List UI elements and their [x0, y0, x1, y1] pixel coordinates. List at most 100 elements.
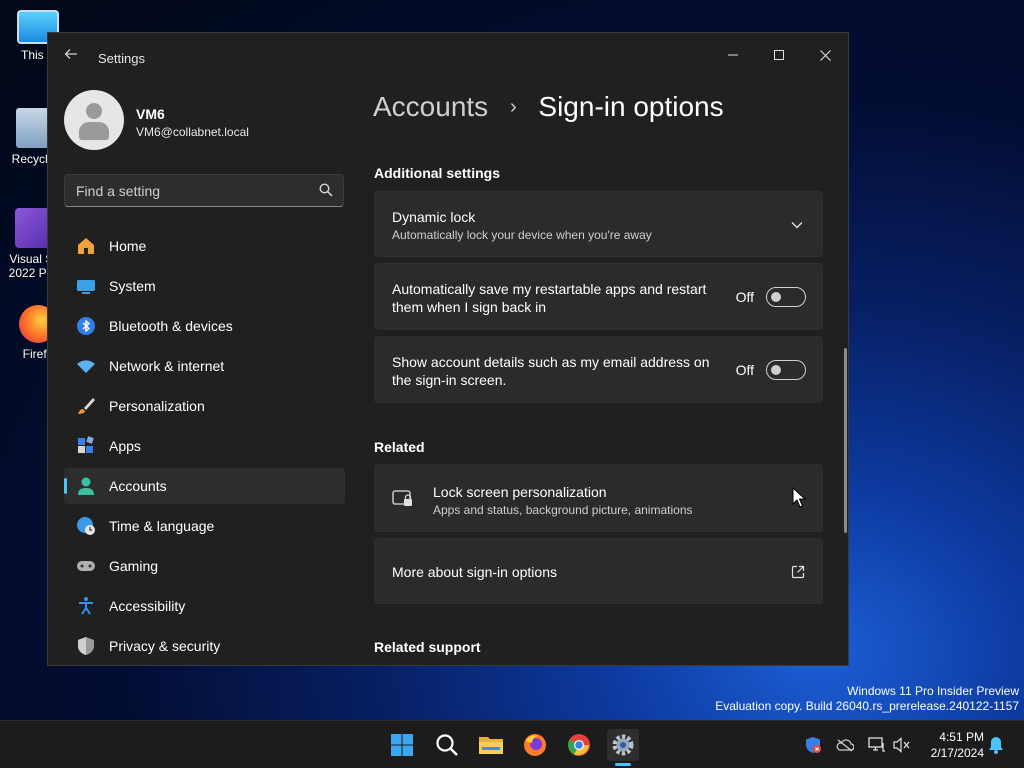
sidebar-item-label: Home: [109, 238, 147, 254]
tray-onedrive[interactable]: [836, 736, 854, 754]
back-arrow-icon: [64, 49, 77, 59]
search-input[interactable]: [65, 175, 315, 206]
sidebar-item-system[interactable]: System: [64, 268, 345, 304]
sidebar-item-label: System: [109, 278, 156, 294]
search-box[interactable]: [64, 174, 344, 207]
section-title-related-support: Related support: [374, 639, 481, 655]
sidebar-item-time-language[interactable]: Time & language: [64, 508, 345, 544]
taskbar-chrome[interactable]: [563, 729, 595, 761]
tray-volume[interactable]: [893, 736, 911, 754]
breadcrumb: Accounts › Sign-in options: [373, 91, 724, 123]
account-details-toggle[interactable]: [766, 360, 806, 380]
avatar-body-shape: [79, 122, 109, 140]
file-explorer-icon: [479, 737, 503, 754]
sidebar-item-personalization[interactable]: Personalization: [64, 388, 345, 424]
settings-icon: [612, 734, 634, 756]
taskbar-firefox[interactable]: [519, 729, 551, 761]
title-bar[interactable]: Settings: [48, 33, 848, 81]
maximize-button[interactable]: [756, 39, 802, 71]
sidebar-item-accessibility[interactable]: Accessibility: [64, 588, 345, 624]
notification-button[interactable]: [987, 736, 1005, 754]
breadcrumb-parent[interactable]: Accounts: [373, 91, 488, 122]
system-icon: [76, 276, 96, 296]
sidebar-item-label: Time & language: [109, 518, 215, 534]
wifi-icon: [76, 356, 96, 376]
close-button[interactable]: [802, 39, 848, 71]
minimize-button[interactable]: [710, 39, 756, 71]
section-title-additional-settings: Additional settings: [374, 165, 500, 181]
sidebar-item-label: Privacy & security: [109, 638, 221, 654]
chrome-icon: [568, 734, 590, 756]
evaluation-watermark: Windows 11 Pro Insider Preview Evaluatio…: [715, 684, 1019, 714]
sidebar-item-home[interactable]: Home: [64, 228, 345, 264]
close-icon: [819, 49, 831, 61]
scrollbar[interactable]: [844, 348, 847, 533]
account-details-label: Show account details such as my email ad…: [392, 353, 710, 389]
sidebar-item-network[interactable]: Network & internet: [64, 348, 345, 384]
taskbar-file-explorer[interactable]: [475, 729, 507, 761]
account-details-card: Show account details such as my email ad…: [374, 336, 823, 403]
avatar[interactable]: [64, 90, 124, 150]
taskbar-clock[interactable]: 4:51 PM 2/17/2024: [918, 729, 984, 761]
start-button[interactable]: [386, 729, 418, 761]
sidebar-item-label: Personalization: [109, 398, 205, 414]
minimize-icon: [728, 54, 738, 56]
avatar-head-shape: [86, 103, 102, 119]
sidebar-item-label: Apps: [109, 438, 141, 454]
gamepad-icon: [76, 556, 96, 576]
firefox-icon: [524, 734, 546, 756]
tray-network[interactable]: [868, 736, 886, 754]
more-signin-title: More about sign-in options: [392, 564, 557, 580]
restart-apps-label-line1: Automatically save my restartable apps a…: [392, 281, 707, 297]
sidebar-item-gaming[interactable]: Gaming: [64, 548, 345, 584]
toggle-knob: [771, 365, 781, 375]
back-button[interactable]: [60, 47, 82, 67]
lock-screen-title: Lock screen personalization: [433, 484, 607, 500]
more-signin-card[interactable]: More about sign-in options: [374, 538, 823, 604]
shield-icon: [76, 636, 96, 656]
section-title-related: Related: [374, 439, 425, 455]
restart-apps-toggle[interactable]: [766, 287, 806, 307]
sidebar-item-accounts[interactable]: Accounts: [64, 468, 345, 504]
app-title: Settings: [98, 51, 145, 66]
settings-window: Settings VM6 VM6@collabnet.local Home Sy…: [47, 32, 849, 666]
toggle-knob: [771, 292, 781, 302]
external-link-icon: [791, 565, 805, 579]
sidebar-item-bluetooth[interactable]: Bluetooth & devices: [64, 308, 345, 344]
watermark-line2: Evaluation copy. Build 26040.rs_prerelea…: [715, 699, 1019, 713]
sidebar-item-label: Accounts: [109, 478, 167, 494]
defender-icon: [806, 737, 821, 753]
bluetooth-icon: [76, 316, 96, 336]
maximize-icon: [774, 50, 784, 60]
page-title: Sign-in options: [538, 91, 724, 122]
lock-screen-icon: [392, 490, 412, 506]
restart-apps-toggle-state: Off: [735, 289, 754, 305]
brush-icon: [76, 396, 96, 416]
account-details-label-line2: the sign-in screen.: [392, 372, 507, 388]
bell-icon: [989, 737, 1003, 754]
sidebar-item-privacy[interactable]: Privacy & security: [64, 628, 345, 664]
mouse-cursor-icon: [792, 487, 806, 508]
home-icon: [76, 236, 96, 256]
active-app-indicator: [615, 763, 631, 766]
apps-icon: [76, 436, 96, 456]
person-icon: [76, 476, 96, 496]
dynamic-lock-title: Dynamic lock: [392, 209, 476, 225]
tray-defender[interactable]: [804, 736, 822, 754]
sidebar-item-label: Gaming: [109, 558, 159, 574]
taskbar-settings[interactable]: [607, 729, 639, 761]
sidebar-nav: Home System Bluetooth & devices Network …: [64, 228, 345, 665]
chevron-down-icon[interactable]: [790, 218, 804, 232]
start-icon: [391, 734, 413, 756]
sidebar-item-label: Bluetooth & devices: [109, 318, 233, 334]
sidebar-item-apps[interactable]: Apps: [64, 428, 345, 464]
dynamic-lock-card[interactable]: Dynamic lock Automatically lock your dev…: [374, 191, 823, 257]
taskbar-search-button[interactable]: [431, 729, 463, 761]
search-icon[interactable]: [319, 183, 333, 197]
watermark-line1: Windows 11 Pro Insider Preview: [847, 684, 1019, 698]
account-details-toggle-state: Off: [735, 362, 754, 378]
sidebar-item-label: Network & internet: [109, 358, 225, 374]
profile-email: VM6@collabnet.local: [136, 125, 249, 139]
lock-screen-card[interactable]: Lock screen personalization Apps and sta…: [374, 464, 823, 532]
profile-name: VM6: [136, 106, 165, 122]
